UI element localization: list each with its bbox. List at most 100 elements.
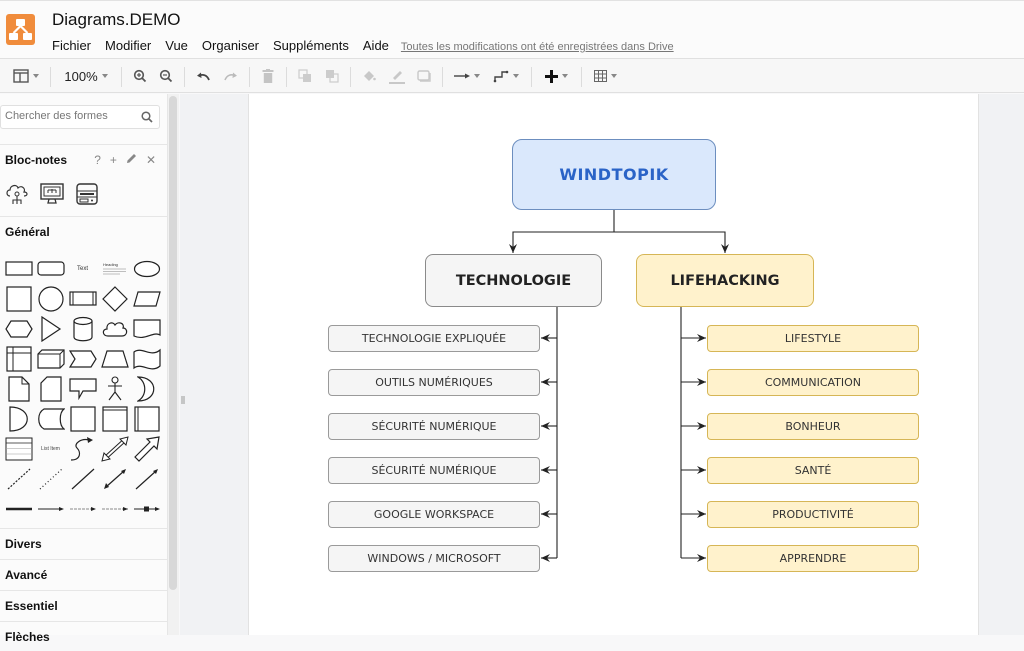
life-leaf-node[interactable]: APPRENDRE xyxy=(707,545,919,572)
scratchpad-help-button[interactable]: ? xyxy=(94,153,101,167)
menu-extras[interactable]: Suppléments xyxy=(273,38,349,53)
general-section-title[interactable]: Général xyxy=(5,225,50,239)
swimlane-shape[interactable] xyxy=(131,404,162,434)
to-front-button[interactable] xyxy=(296,59,314,93)
tape-shape[interactable] xyxy=(131,344,162,374)
connector-arrow-shape[interactable] xyxy=(35,494,66,524)
document-shape[interactable] xyxy=(131,314,162,344)
redo-button[interactable] xyxy=(222,59,240,93)
format-panel-button[interactable] xyxy=(9,59,43,93)
square-shape[interactable] xyxy=(3,284,34,314)
thick-line-shape[interactable] xyxy=(3,494,34,524)
drawio-logo-icon[interactable] xyxy=(6,14,35,45)
arrows-section-header[interactable]: Flèches xyxy=(0,621,168,651)
life-leaf-node[interactable]: COMMUNICATION xyxy=(707,369,919,396)
tech-leaf-node[interactable]: WINDOWS / MICROSOFT xyxy=(328,545,540,572)
internal-storage-shape[interactable] xyxy=(3,344,34,374)
arrow-shape[interactable] xyxy=(131,434,162,464)
menu-arrange[interactable]: Organiser xyxy=(202,38,259,53)
menu-file[interactable]: Fichier xyxy=(52,38,91,53)
undo-button[interactable] xyxy=(194,59,212,93)
circle-shape[interactable] xyxy=(35,284,66,314)
sidebar-scrollbar-thumb[interactable] xyxy=(169,96,177,590)
rounded-rectangle-shape[interactable] xyxy=(35,254,66,284)
scratchpad-title[interactable]: Bloc-notes xyxy=(5,153,67,167)
zoom-in-button[interactable] xyxy=(131,59,149,93)
step-shape[interactable] xyxy=(67,344,98,374)
zoom-out-button[interactable] xyxy=(157,59,175,93)
waypoints-button[interactable] xyxy=(491,59,521,93)
tech-leaf-node[interactable]: OUTILS NUMÉRIQUES xyxy=(328,369,540,396)
or-shape[interactable] xyxy=(131,374,162,404)
shape-search-box[interactable] xyxy=(0,105,160,129)
directional-connector-shape[interactable] xyxy=(131,464,162,494)
document-title[interactable]: Diagrams.DEMO xyxy=(52,10,180,30)
rectangle-shape[interactable] xyxy=(3,254,34,284)
menu-edit[interactable]: Modifier xyxy=(105,38,151,53)
server-rack-icon[interactable] xyxy=(74,182,100,206)
insert-button[interactable] xyxy=(540,59,572,93)
actor-shape[interactable] xyxy=(99,374,130,404)
life-leaf-node[interactable]: SANTÉ xyxy=(707,457,919,484)
basic-section-title[interactable]: Essentiel xyxy=(5,599,58,613)
bidirectional-connector-shape[interactable] xyxy=(99,464,130,494)
list-item-shape[interactable]: List Item xyxy=(35,434,66,464)
life-leaf-node[interactable]: BONHEUR xyxy=(707,413,919,440)
panel-resize-handle[interactable] xyxy=(181,391,185,404)
scratchpad-header[interactable]: Bloc-notes ? + ✕ xyxy=(0,144,168,174)
advanced-section-header[interactable]: Avancé xyxy=(0,559,168,589)
zoom-dropdown[interactable]: 100% xyxy=(60,59,112,93)
cloud-shape[interactable] xyxy=(99,314,130,344)
misc-section-header[interactable]: Divers xyxy=(0,528,168,558)
container-shape[interactable] xyxy=(99,404,130,434)
ellipse-shape[interactable] xyxy=(131,254,162,284)
text-shape[interactable]: Text xyxy=(67,254,98,284)
tech-leaf-node[interactable]: GOOGLE WORKSPACE xyxy=(328,501,540,528)
cloud-network-icon[interactable] xyxy=(4,182,30,206)
to-back-button[interactable] xyxy=(323,59,341,93)
parallelogram-shape[interactable] xyxy=(131,284,162,314)
card-shape[interactable] xyxy=(35,374,66,404)
connector-symbol-shape[interactable] xyxy=(131,494,162,524)
double-arrow-shape[interactable] xyxy=(99,434,130,464)
arrows-section-title[interactable]: Flèches xyxy=(5,630,50,644)
line-shape[interactable] xyxy=(67,464,98,494)
scratchpad-close-button[interactable]: ✕ xyxy=(146,153,156,167)
line-color-button[interactable] xyxy=(387,59,407,93)
connector-label-shape[interactable] xyxy=(67,494,98,524)
frame-shape[interactable] xyxy=(67,404,98,434)
delay-shape[interactable] xyxy=(3,404,34,434)
note-shape[interactable] xyxy=(3,374,34,404)
process-shape[interactable] xyxy=(67,284,98,314)
tech-leaf-node[interactable]: SÉCURITÉ NUMÉRIQUE xyxy=(328,457,540,484)
table-button[interactable] xyxy=(590,59,620,93)
menu-view[interactable]: Vue xyxy=(165,38,188,53)
branch-node-technologie[interactable]: TECHNOLOGIE xyxy=(425,254,602,307)
delete-button[interactable] xyxy=(259,59,277,93)
shape-search-input[interactable] xyxy=(5,110,135,122)
life-leaf-node[interactable]: PRODUCTIVITÉ xyxy=(707,501,919,528)
tech-leaf-node[interactable]: TECHNOLOGIE EXPLIQUÉE xyxy=(328,325,540,352)
hexagon-shape[interactable] xyxy=(3,314,34,344)
basic-section-header[interactable]: Essentiel xyxy=(0,590,168,620)
scratchpad-add-button[interactable]: + xyxy=(110,153,117,167)
cylinder-shape[interactable] xyxy=(67,314,98,344)
menu-help[interactable]: Aide xyxy=(363,38,389,53)
search-icon[interactable] xyxy=(141,111,153,123)
scratchpad-edit-button[interactable] xyxy=(126,153,137,167)
triangle-shape[interactable] xyxy=(35,314,66,344)
connection-style-button[interactable] xyxy=(452,59,482,93)
advanced-section-title[interactable]: Avancé xyxy=(5,568,47,582)
root-node[interactable]: WINDTOPIK xyxy=(512,139,716,210)
general-section-header[interactable]: Général xyxy=(0,216,168,246)
diamond-shape[interactable] xyxy=(99,284,130,314)
shadow-button[interactable] xyxy=(415,59,433,93)
life-leaf-node[interactable]: LIFESTYLE xyxy=(707,325,919,352)
misc-section-title[interactable]: Divers xyxy=(5,537,42,551)
trapezoid-shape[interactable] xyxy=(99,344,130,374)
data-storage-shape[interactable] xyxy=(35,404,66,434)
cube-shape[interactable] xyxy=(35,344,66,374)
heading-text-shape[interactable]: Heading xyxy=(99,254,130,284)
save-status-link[interactable]: Toutes les modifications ont été enregis… xyxy=(401,41,674,53)
monitor-network-icon[interactable] xyxy=(39,182,65,206)
